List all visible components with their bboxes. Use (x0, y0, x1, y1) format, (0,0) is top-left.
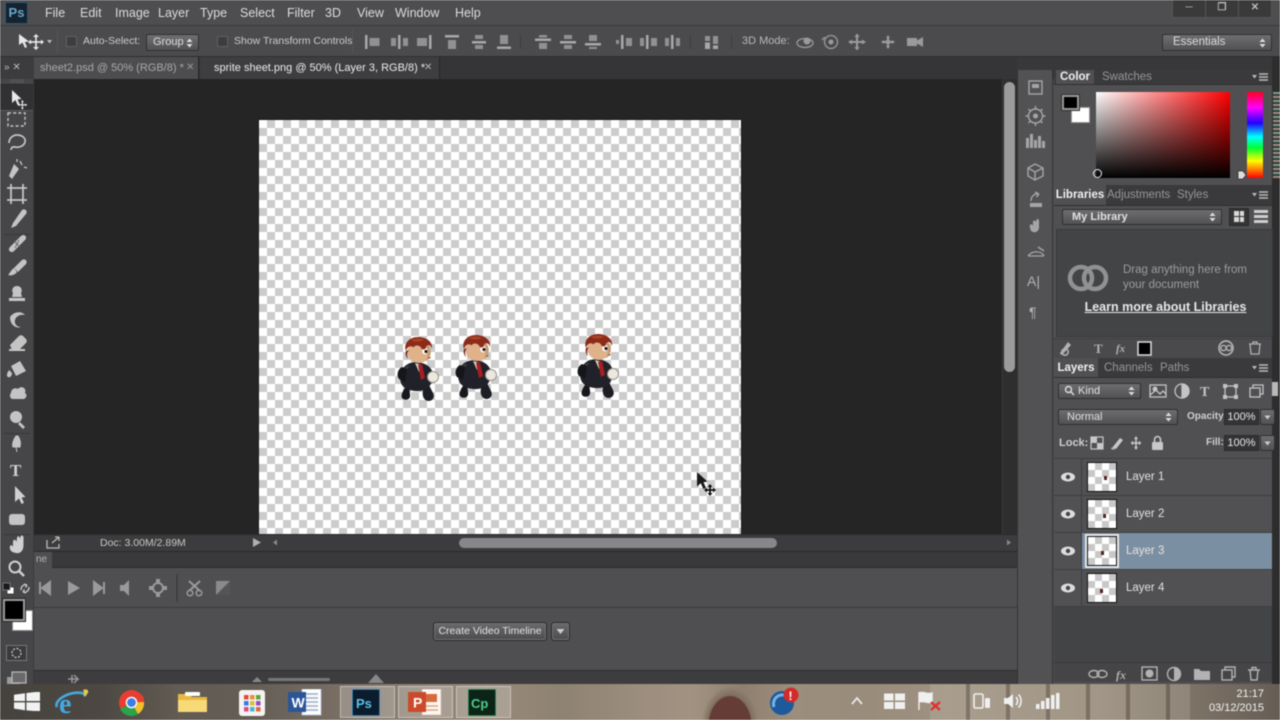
svg-text:T: T (1200, 385, 1210, 400)
svg-text:T: T (10, 461, 22, 480)
svg-text:Ps: Ps (356, 696, 372, 711)
svg-text:T: T (1094, 341, 1103, 356)
svg-text:¶: ¶ (1029, 304, 1037, 320)
svg-text:Cp: Cp (471, 696, 488, 711)
svg-text:fx: fx (1116, 668, 1126, 682)
svg-text:A|: A| (1027, 273, 1040, 289)
svg-text:W: W (292, 695, 306, 711)
svg-text:P: P (413, 695, 422, 711)
svg-text:!: ! (789, 689, 793, 703)
svg-text:fx: fx (1116, 343, 1126, 355)
